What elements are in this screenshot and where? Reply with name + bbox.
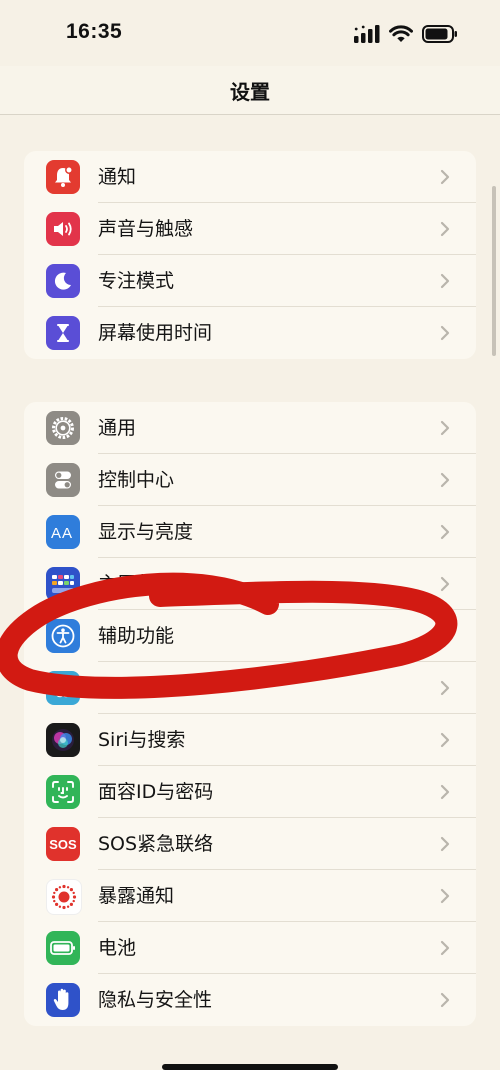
chevron-right-icon: [440, 888, 450, 904]
cellular-signal-icon: [354, 25, 380, 43]
row-notifications[interactable]: 通知: [24, 151, 476, 203]
row-battery[interactable]: 电池: [24, 922, 476, 974]
chevron-right-icon: [440, 169, 450, 185]
siri-icon: [46, 723, 80, 757]
row-label: 专注模式: [98, 270, 175, 292]
wallpaper-flower-icon: [46, 671, 80, 705]
bell-icon: [46, 160, 80, 194]
accessibility-icon: [46, 619, 80, 653]
row-label: 面容ID与密码: [98, 781, 214, 803]
row-label: SOS紧急联络: [98, 833, 214, 855]
row-privacy-security[interactable]: 隐私与安全性: [24, 974, 476, 1026]
chevron-right-icon: [440, 628, 450, 644]
battery-app-icon: [46, 931, 80, 965]
row-label: 控制中心: [98, 469, 175, 491]
text-size-icon: AA: [46, 515, 80, 549]
row-emergency-sos[interactable]: SOS SOS紧急联络: [24, 818, 476, 870]
row-exposure-notifications[interactable]: 暴露通知: [24, 870, 476, 922]
gear-icon: [46, 411, 80, 445]
row-display-brightness[interactable]: AA 显示与亮度: [24, 506, 476, 558]
svg-text:SOS: SOS: [49, 837, 77, 852]
status-time: 16:35: [66, 20, 123, 43]
hourglass-icon: [46, 316, 80, 350]
chevron-right-icon: [440, 940, 450, 956]
svg-text:A: A: [62, 525, 72, 542]
chevron-right-icon: [440, 472, 450, 488]
chevron-right-icon: [440, 273, 450, 289]
row-wallpaper[interactable]: 墙纸: [24, 662, 476, 714]
row-sounds-haptics[interactable]: 声音与触感: [24, 203, 476, 255]
chevron-right-icon: [440, 576, 450, 592]
row-label: 声音与触感: [98, 218, 194, 240]
speaker-icon: [46, 212, 80, 246]
chevron-right-icon: [440, 325, 450, 341]
chevron-right-icon: [440, 420, 450, 436]
row-label: 暴露通知: [98, 885, 175, 907]
row-label: 显示与亮度: [98, 521, 194, 543]
row-screen-time[interactable]: 屏幕使用时间: [24, 307, 476, 359]
row-label: 通知: [98, 166, 137, 188]
row-label: 墙纸: [98, 677, 137, 699]
row-general[interactable]: 通用: [24, 402, 476, 454]
row-label: 屏幕使用时间: [98, 322, 213, 344]
nav-bar: 设置: [0, 66, 500, 115]
settings-group-2: 通用 控制中心 AA 显示与亮度 主屏幕 辅助功能 墙纸 Siri与搜索 面容I…: [24, 402, 476, 1026]
home-indicator[interactable]: [162, 1064, 338, 1070]
exposure-icon: [46, 879, 82, 915]
page-title: 设置: [230, 80, 270, 104]
row-siri-search[interactable]: Siri与搜索: [24, 714, 476, 766]
chevron-right-icon: [440, 680, 450, 696]
chevron-right-icon: [440, 836, 450, 852]
chevron-right-icon: [440, 784, 450, 800]
chevron-right-icon: [440, 732, 450, 748]
row-face-id-passcode[interactable]: 面容ID与密码: [24, 766, 476, 818]
sos-icon: SOS: [46, 827, 80, 861]
face-id-icon: [46, 775, 80, 809]
row-label: 辅助功能: [98, 625, 175, 647]
toggles-icon: [46, 463, 80, 497]
home-grid-icon: [46, 567, 80, 601]
row-label: 主屏幕: [98, 573, 156, 595]
svg-text:A: A: [51, 525, 61, 542]
chevron-right-icon: [440, 992, 450, 1008]
row-focus[interactable]: 专注模式: [24, 255, 476, 307]
chevron-right-icon: [440, 221, 450, 237]
row-label: 通用: [98, 417, 137, 439]
chevron-right-icon: [440, 524, 450, 540]
row-label: 隐私与安全性: [98, 989, 213, 1011]
battery-icon: [422, 25, 457, 43]
settings-group-1: 通知 声音与触感 专注模式 屏幕使用时间: [24, 151, 476, 359]
scrollbar[interactable]: [492, 186, 496, 356]
status-bar: 16:35: [0, 0, 500, 66]
row-accessibility[interactable]: 辅助功能: [24, 610, 476, 662]
row-home-screen[interactable]: 主屏幕: [24, 558, 476, 610]
row-label: 电池: [98, 937, 137, 959]
wifi-icon: [389, 25, 413, 42]
row-control-center[interactable]: 控制中心: [24, 454, 476, 506]
hand-icon: [46, 983, 80, 1017]
moon-icon: [46, 264, 80, 298]
row-label: Siri与搜索: [98, 729, 186, 751]
